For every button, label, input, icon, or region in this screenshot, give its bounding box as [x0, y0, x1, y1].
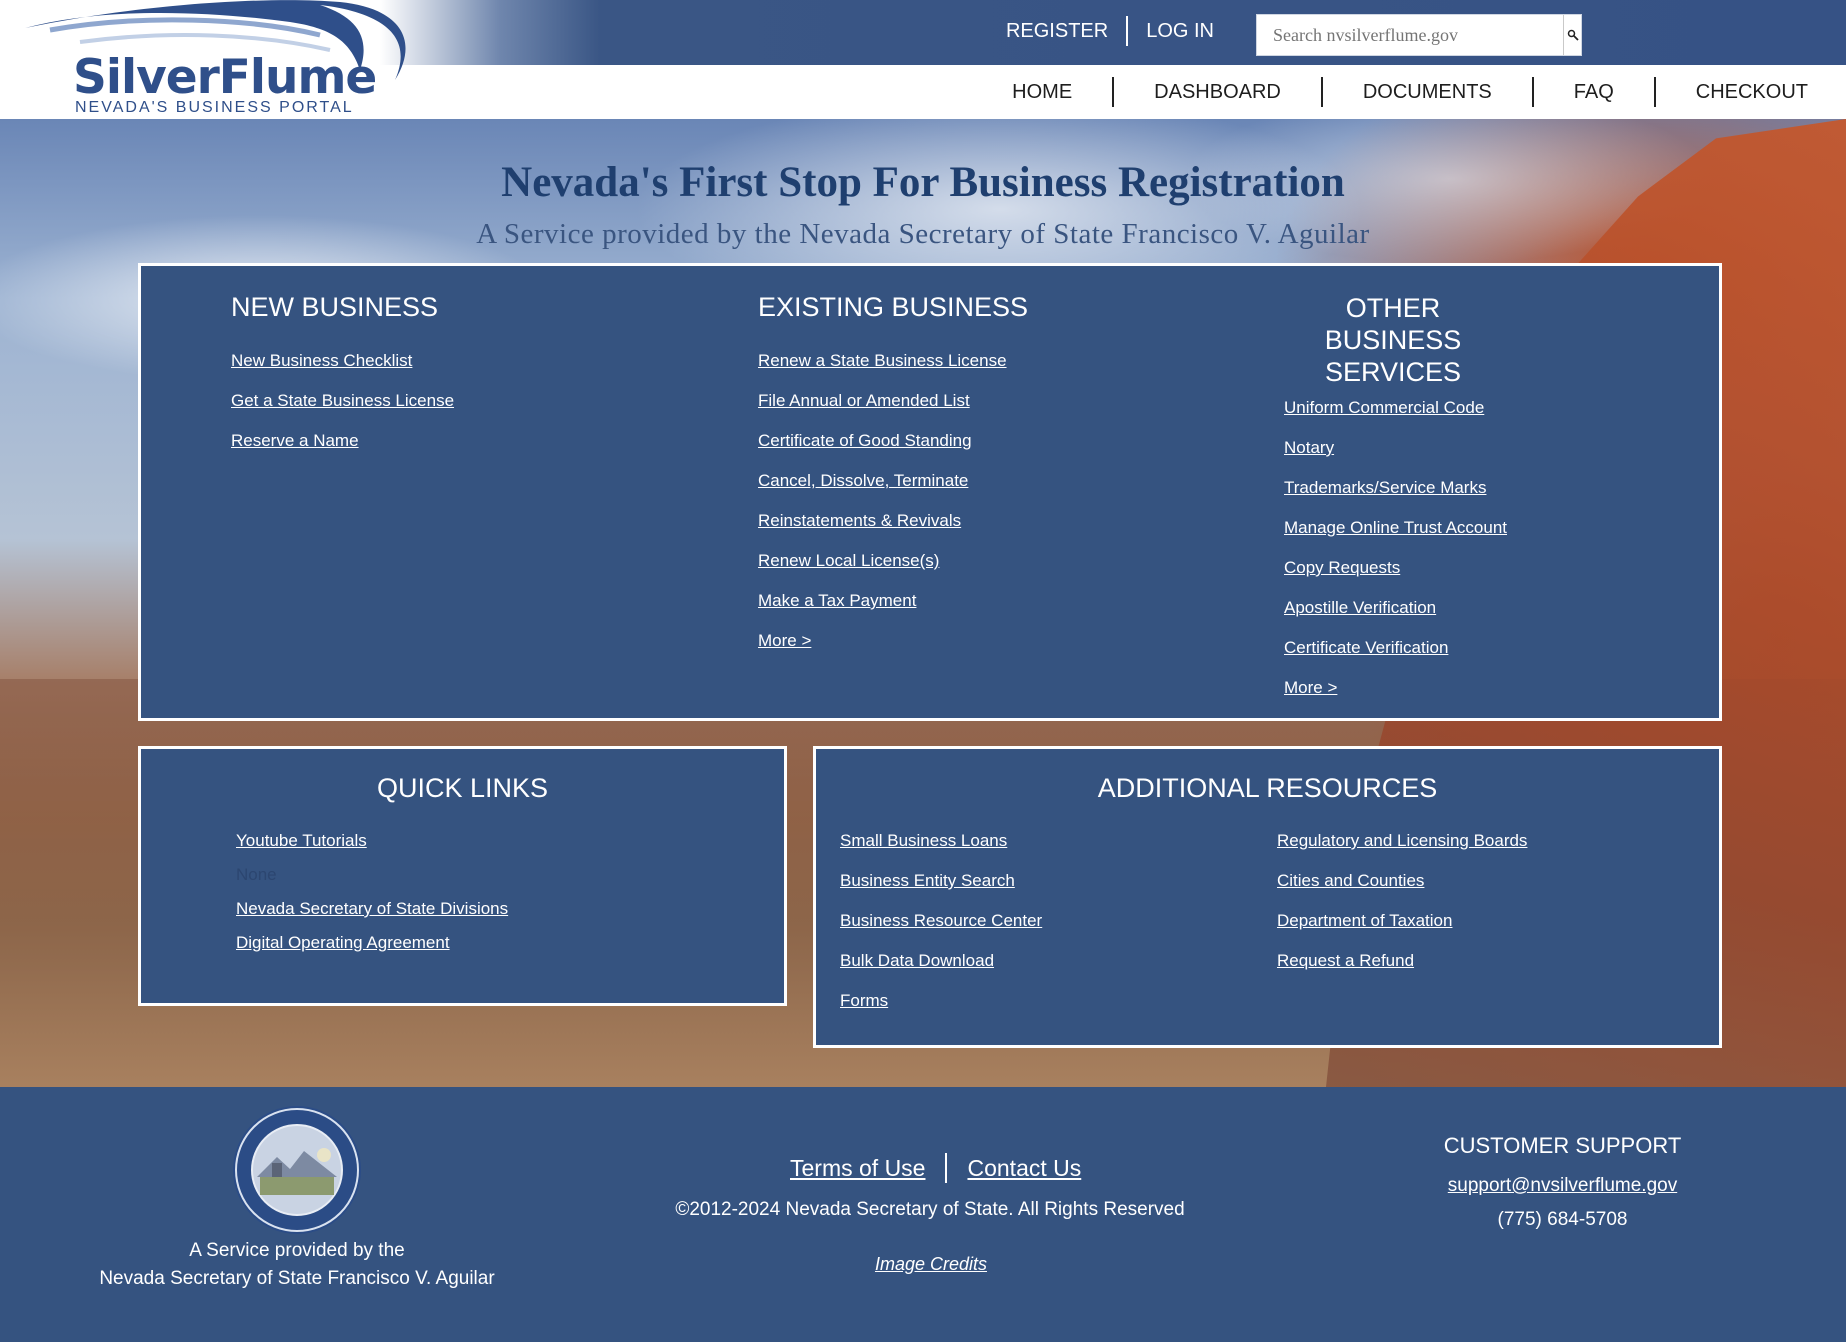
new-business-checklist-link[interactable]: New Business Checklist [231, 351, 412, 370]
business-services-panel: NEW BUSINESS New Business Checklist Get … [138, 263, 1722, 721]
bulk-data-link[interactable]: Bulk Data Download [840, 951, 994, 970]
search-input[interactable] [1257, 15, 1563, 55]
reserve-name-link[interactable]: Reserve a Name [231, 431, 359, 450]
resources-left-list: Small Business Loans Business Entity Sea… [840, 831, 1042, 1031]
silverflume-logo[interactable]: SilverFlume NEVADA'S BUSINESS PORTAL [20, 0, 420, 120]
sos-divisions-link[interactable]: Nevada Secretary of State Divisions [236, 899, 508, 918]
renew-local-license-link[interactable]: Renew Local License(s) [758, 551, 939, 570]
nav-dashboard[interactable]: DASHBOARD [1114, 81, 1321, 104]
main-navigation: HOME DASHBOARD DOCUMENTS FAQ CHECKOUT [972, 65, 1846, 119]
ucc-link[interactable]: Uniform Commercial Code [1284, 398, 1484, 417]
notary-link[interactable]: Notary [1284, 438, 1334, 457]
contact-us-link[interactable]: Contact Us [967, 1155, 1081, 1182]
small-business-loans-link[interactable]: Small Business Loans [840, 831, 1007, 850]
hero-subheadline: A Service provided by the Nevada Secreta… [476, 218, 1370, 250]
annual-list-link[interactable]: File Annual or Amended List [758, 391, 970, 410]
support-phone: (775) 684-5708 [1497, 1209, 1628, 1230]
nav-home[interactable]: HOME [972, 81, 1112, 104]
support-email-link[interactable]: support@nvsilverflume.gov [1390, 1175, 1735, 1197]
nav-documents[interactable]: DOCUMENTS [1323, 81, 1532, 104]
youtube-tutorials-link[interactable]: Youtube Tutorials [236, 831, 367, 850]
footer-divider [945, 1153, 948, 1183]
taxation-link[interactable]: Department of Taxation [1277, 911, 1452, 930]
additional-resources-panel: ADDITIONAL RESOURCES Small Business Loan… [813, 746, 1722, 1048]
forms-link[interactable]: Forms [840, 991, 888, 1010]
image-credits: Image Credits [0, 1254, 1846, 1275]
tax-payment-link[interactable]: Make a Tax Payment [758, 591, 916, 610]
site-footer: A Service provided by the Nevada Secreta… [0, 1087, 1846, 1342]
hero-headline: Nevada's First Stop For Business Registr… [501, 159, 1345, 206]
customer-support-heading: CUSTOMER SUPPORT [1443, 1133, 1682, 1158]
trademarks-link[interactable]: Trademarks/Service Marks [1284, 478, 1486, 497]
good-standing-link[interactable]: Certificate of Good Standing [758, 431, 972, 450]
empty-placeholder: None [236, 865, 277, 884]
quick-links-panel: QUICK LINKS Youtube Tutorials None Nevad… [138, 746, 787, 1006]
additional-resources-heading: ADDITIONAL RESOURCES [1097, 773, 1438, 803]
quick-links-heading: QUICK LINKS [376, 773, 549, 803]
trust-account-link[interactable]: Manage Online Trust Account [1284, 518, 1507, 537]
resources-right-list: Regulatory and Licensing Boards Cities a… [1277, 831, 1527, 991]
existing-more-link[interactable]: More > [758, 631, 811, 650]
licensing-boards-link[interactable]: Regulatory and Licensing Boards [1277, 831, 1527, 850]
entity-search-link[interactable]: Business Entity Search [840, 871, 1015, 890]
apostille-link[interactable]: Apostille Verification [1284, 598, 1436, 617]
cancel-dissolve-link[interactable]: Cancel, Dissolve, Terminate [758, 471, 968, 490]
search-button[interactable] [1563, 15, 1581, 55]
resource-center-link[interactable]: Business Resource Center [840, 911, 1042, 930]
logo-tagline: NEVADA'S BUSINESS PORTAL [75, 99, 354, 116]
customer-support-block: CUSTOMER SUPPORT support@nvsilverflume.g… [1390, 1133, 1735, 1231]
footer-links: Terms of Use Contact Us [790, 1153, 1081, 1183]
terms-of-use-link[interactable]: Terms of Use [790, 1155, 925, 1182]
login-link[interactable]: LOG IN [1128, 20, 1232, 43]
other-more-link[interactable]: More > [1284, 678, 1337, 697]
cities-counties-link[interactable]: Cities and Counties [1277, 871, 1424, 890]
site-search [1256, 14, 1582, 56]
other-services-heading: OTHER BUSINESS SERVICES [1324, 293, 1462, 387]
certificate-verification-link[interactable]: Certificate Verification [1284, 638, 1448, 657]
auth-links: REGISTER LOG IN [988, 16, 1232, 46]
logo-title: SilverFlume [73, 50, 377, 105]
other-services-column: OTHER BUSINESS SERVICES Uniform Commerci… [1284, 292, 1507, 718]
magnifier-icon [1567, 29, 1579, 41]
nav-faq[interactable]: FAQ [1534, 81, 1654, 104]
existing-business-column: EXISTING BUSINESS Renew a State Business… [758, 292, 1028, 671]
state-business-license-link[interactable]: Get a State Business License [231, 391, 454, 410]
operating-agreement-link[interactable]: Digital Operating Agreement [236, 933, 450, 952]
new-business-column: NEW BUSINESS New Business Checklist Get … [231, 292, 454, 471]
new-business-heading: NEW BUSINESS [231, 292, 439, 322]
refund-link[interactable]: Request a Refund [1277, 951, 1414, 970]
existing-business-heading: EXISTING BUSINESS [758, 292, 1029, 322]
renew-license-link[interactable]: Renew a State Business License [758, 351, 1007, 370]
copy-requests-link[interactable]: Copy Requests [1284, 558, 1400, 577]
nav-checkout[interactable]: CHECKOUT [1656, 81, 1846, 104]
image-credits-link[interactable]: Image Credits [875, 1254, 987, 1274]
reinstatements-link[interactable]: Reinstatements & Revivals [758, 511, 961, 530]
register-link[interactable]: REGISTER [988, 20, 1126, 43]
